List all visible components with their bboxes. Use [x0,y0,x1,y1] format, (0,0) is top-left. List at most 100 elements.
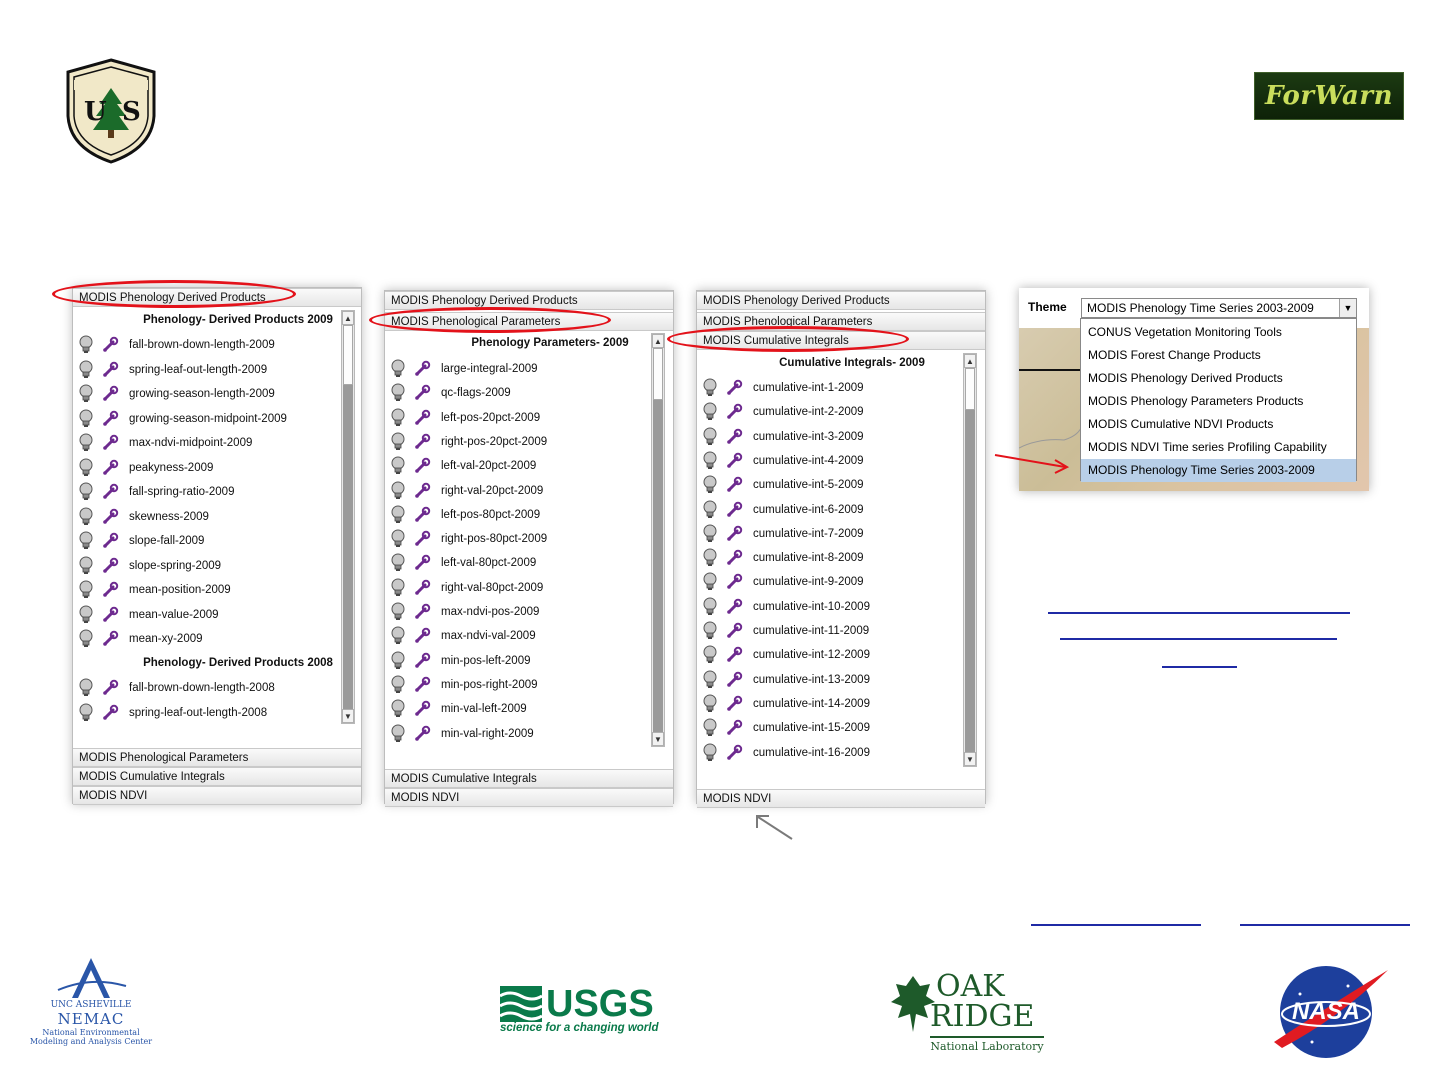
wrench-icon[interactable] [413,554,431,572]
lightbulb-icon[interactable] [701,743,719,763]
wrench-icon[interactable] [101,483,119,501]
layer-row[interactable]: qc-flags-2009 [385,381,675,405]
theme-option[interactable]: MODIS Forest Change Products [1081,344,1356,367]
layer-row[interactable]: skewness-2009 [73,505,363,529]
wrench-icon[interactable] [413,360,431,378]
layer-row[interactable]: cumulative-int-12-2009 [697,643,987,667]
lightbulb-icon[interactable] [77,580,95,600]
theme-option-selected[interactable]: MODIS Phenology Time Series 2003-2009 [1081,459,1356,482]
layer-row[interactable]: cumulative-int-1-2009 [697,376,987,400]
theme-option[interactable]: MODIS Cumulative NDVI Products [1081,413,1356,436]
wrench-icon[interactable] [725,719,743,737]
layer-row[interactable]: cumulative-int-13-2009 [697,668,987,692]
layer-row[interactable]: fall-brown-down-length-2009 [73,333,363,357]
lightbulb-icon[interactable] [389,505,407,525]
layer-row[interactable]: mean-position-2009 [73,578,363,602]
lightbulb-icon[interactable] [77,678,95,698]
layer-row[interactable]: growing-season-midpoint-2009 [73,407,363,431]
lightbulb-icon[interactable] [701,402,719,422]
accordion-header-ndvi[interactable]: MODIS NDVI [385,788,673,807]
layer-row[interactable]: spring-leaf-out-length-2008 [73,701,363,725]
wrench-icon[interactable] [413,652,431,670]
wrench-icon[interactable] [725,671,743,689]
wrench-icon[interactable] [101,459,119,477]
lightbulb-icon[interactable] [701,572,719,592]
layer-row[interactable]: cumulative-int-16-2009 [697,741,987,765]
layer-row[interactable]: min-val-right-2009 [385,722,675,746]
scroll-down-button[interactable]: ▼ [342,709,354,723]
layer-row[interactable]: large-integral-2009 [385,357,675,381]
lightbulb-icon[interactable] [389,456,407,476]
layer-row[interactable]: cumulative-int-14-2009 [697,692,987,716]
scroll-up-button[interactable]: ▲ [964,354,976,368]
layer-row[interactable]: cumulative-int-9-2009 [697,570,987,594]
lightbulb-icon[interactable] [77,556,95,576]
wrench-icon[interactable] [413,457,431,475]
layer-row[interactable]: cumulative-int-8-2009 [697,546,987,570]
lightbulb-icon[interactable] [701,597,719,617]
accordion-header-ndvi[interactable]: MODIS NDVI [697,789,985,808]
wrench-icon[interactable] [413,579,431,597]
wrench-icon[interactable] [101,704,119,722]
layer-row[interactable]: left-pos-20pct-2009 [385,406,675,430]
layer-row[interactable]: cumulative-int-15-2009 [697,716,987,740]
wrench-icon[interactable] [101,606,119,624]
lightbulb-icon[interactable] [77,507,95,527]
vertical-scrollbar[interactable]: ▲ ▼ [963,353,977,767]
link-underline[interactable] [1031,924,1201,926]
accordion-header-ndvi[interactable]: MODIS NDVI [73,786,361,805]
theme-option[interactable]: CONUS Vegetation Monitoring Tools [1081,321,1356,344]
layer-row[interactable]: right-pos-80pct-2009 [385,527,675,551]
layer-row[interactable]: min-val-left-2009 [385,697,675,721]
wrench-icon[interactable] [725,598,743,616]
wrench-icon[interactable] [725,695,743,713]
wrench-icon[interactable] [413,506,431,524]
wrench-icon[interactable] [101,679,119,697]
lightbulb-icon[interactable] [389,529,407,549]
wrench-icon[interactable] [413,725,431,743]
lightbulb-icon[interactable] [77,360,95,380]
wrench-icon[interactable] [413,384,431,402]
layer-row[interactable]: right-pos-20pct-2009 [385,430,675,454]
wrench-icon[interactable] [725,403,743,421]
accordion-header-derived-products[interactable]: MODIS Phenology Derived Products [697,291,985,310]
vertical-scrollbar[interactable]: ▲ ▼ [341,310,355,724]
lightbulb-icon[interactable] [77,629,95,649]
layer-row[interactable]: cumulative-int-2-2009 [697,400,987,424]
theme-select[interactable]: MODIS Phenology Time Series 2003-2009 ▼ [1081,298,1357,318]
lightbulb-icon[interactable] [701,645,719,665]
layer-row[interactable]: slope-spring-2009 [73,554,363,578]
lightbulb-icon[interactable] [77,703,95,723]
chevron-down-icon[interactable]: ▼ [1339,299,1356,317]
layer-row[interactable]: fall-brown-down-length-2008 [73,676,363,700]
wrench-icon[interactable] [101,385,119,403]
theme-option[interactable]: MODIS NDVI Time series Profiling Capabil… [1081,436,1356,459]
layer-row[interactable]: min-pos-left-2009 [385,649,675,673]
layer-row[interactable]: cumulative-int-7-2009 [697,522,987,546]
layer-row[interactable]: mean-value-2009 [73,603,363,627]
wrench-icon[interactable] [725,573,743,591]
link-underline[interactable] [1060,638,1337,640]
wrench-icon[interactable] [101,434,119,452]
wrench-icon[interactable] [725,428,743,446]
lightbulb-icon[interactable] [701,500,719,520]
lightbulb-icon[interactable] [389,408,407,428]
lightbulb-icon[interactable] [389,383,407,403]
layer-row[interactable]: fall-spring-ratio-2009 [73,480,363,504]
wrench-icon[interactable] [101,336,119,354]
layer-row[interactable]: cumulative-int-4-2009 [697,449,987,473]
lightbulb-icon[interactable] [701,718,719,738]
layer-row[interactable]: peakyness-2009 [73,456,363,480]
wrench-icon[interactable] [413,433,431,451]
scroll-up-button[interactable]: ▲ [652,334,664,348]
accordion-header-cumulative-integrals[interactable]: MODIS Cumulative Integrals [73,767,361,786]
wrench-icon[interactable] [413,700,431,718]
wrench-icon[interactable] [413,676,431,694]
lightbulb-icon[interactable] [389,432,407,452]
lightbulb-icon[interactable] [701,475,719,495]
lightbulb-icon[interactable] [389,626,407,646]
link-underline[interactable] [1240,924,1410,926]
theme-option[interactable]: MODIS Phenology Derived Products [1081,367,1356,390]
wrench-icon[interactable] [725,646,743,664]
lightbulb-icon[interactable] [77,384,95,404]
